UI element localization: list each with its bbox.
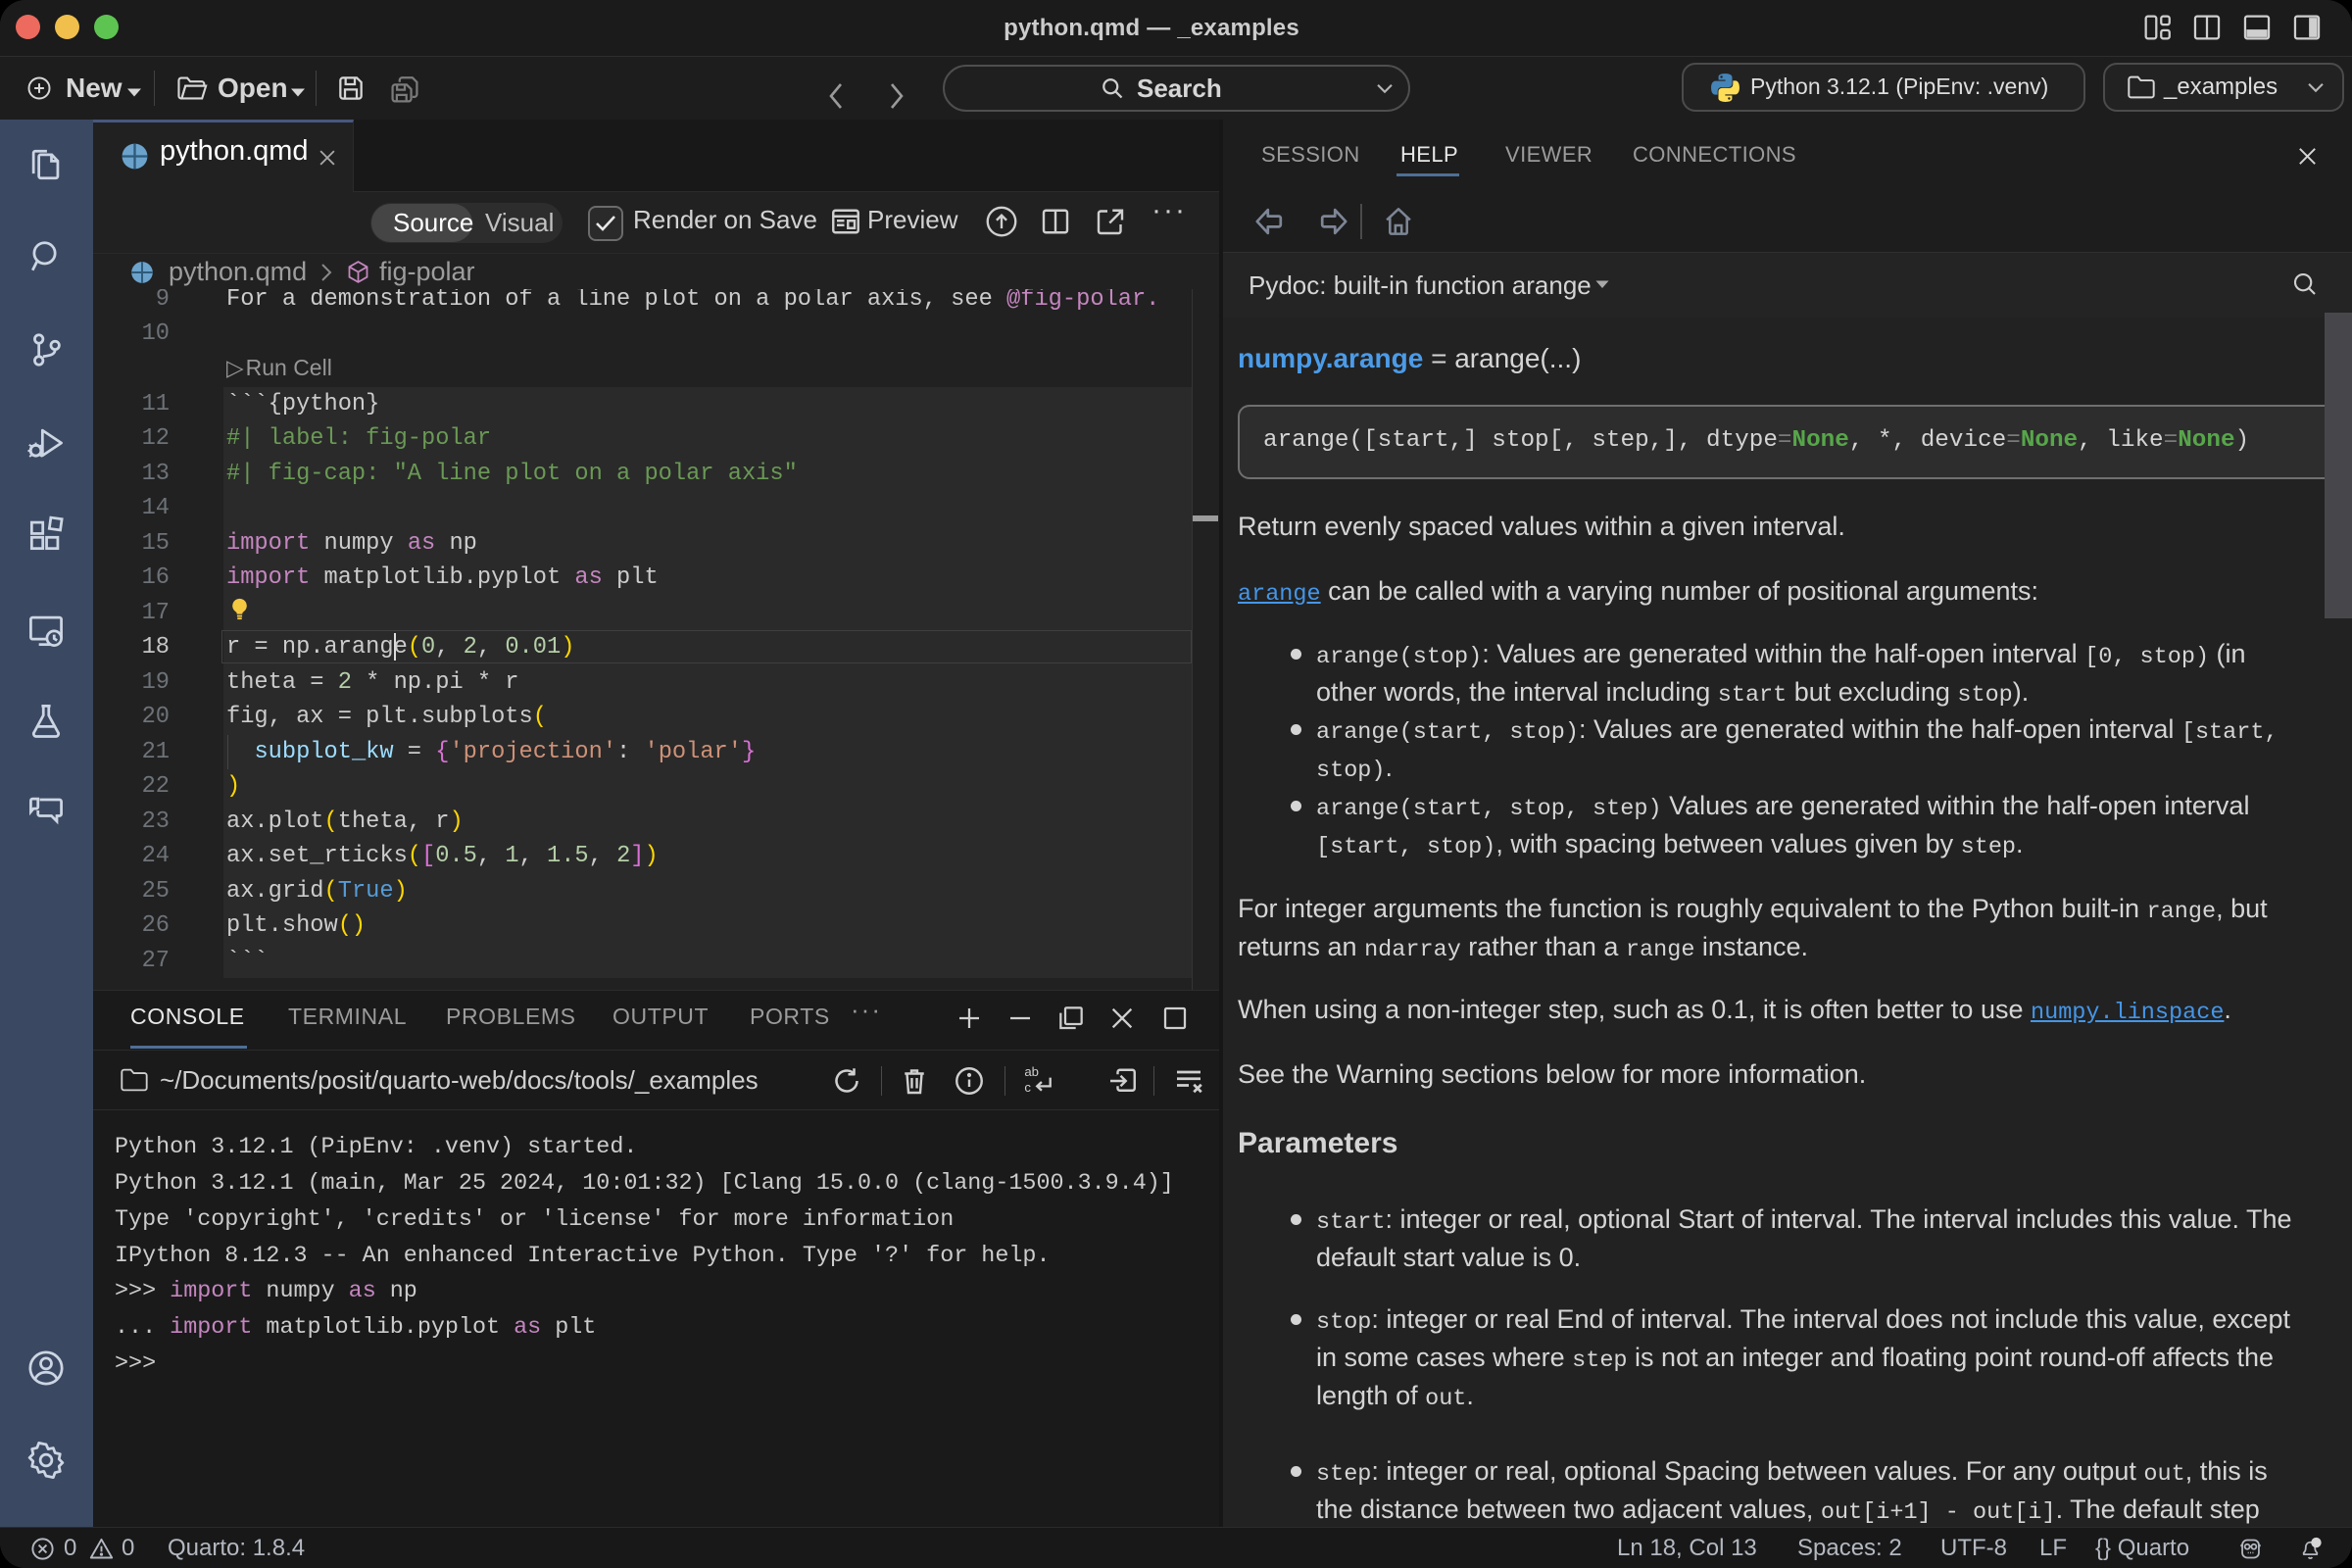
svg-text:ab: ab [1024, 1064, 1039, 1079]
svg-text:c: c [1024, 1080, 1031, 1095]
